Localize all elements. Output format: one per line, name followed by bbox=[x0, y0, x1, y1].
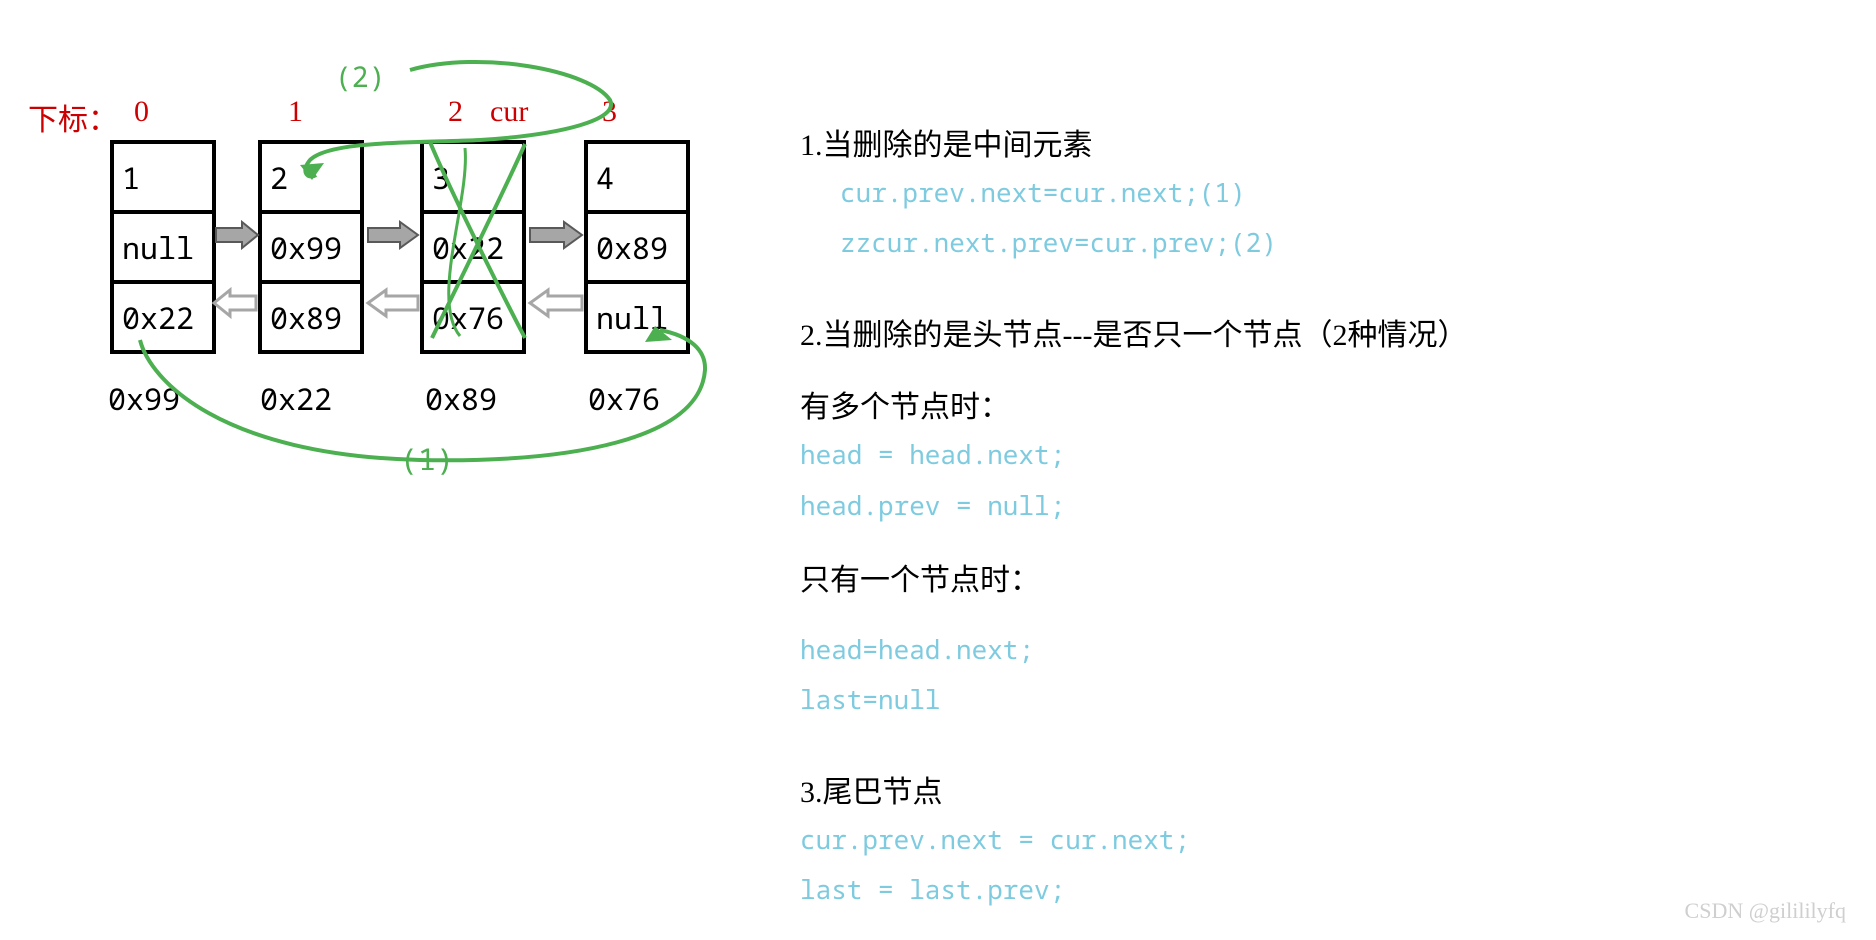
addr-3: 0x76 bbox=[588, 378, 660, 419]
node-0-val: 1 bbox=[114, 144, 212, 214]
section3-code-1: cur.prev.next = cur.next; bbox=[800, 817, 1850, 861]
section2-sub1: 有多个节点时： bbox=[800, 382, 1850, 426]
node-2-prev: 0x22 bbox=[424, 214, 522, 284]
index-1: 1 bbox=[288, 95, 303, 129]
index-2: 2 bbox=[448, 95, 463, 129]
arrow-next-0-1 bbox=[216, 222, 258, 256]
node-1-val: 2 bbox=[262, 144, 360, 214]
explanation-panel: 1.当删除的是中间元素 cur.prev.next=cur.next;(1) z… bbox=[800, 120, 1850, 918]
node-1: 2 0x99 0x89 bbox=[258, 140, 364, 354]
node-0-next: 0x22 bbox=[114, 284, 212, 350]
node-0-prev: null bbox=[114, 214, 212, 284]
node-3-val: 4 bbox=[588, 144, 686, 214]
linked-list-diagram: 下标： 0 1 2 3 cur (2) (1) 1 null 0x22 2 0x… bbox=[0, 40, 780, 490]
addr-0: 0x99 bbox=[108, 378, 180, 419]
arrow-prev-2-1 bbox=[368, 290, 418, 324]
index-label: 下标： bbox=[28, 95, 118, 139]
section2-code1-2: head.prev = null; bbox=[800, 483, 1850, 527]
index-3: 3 bbox=[602, 95, 617, 129]
annotation-2: (2) bbox=[335, 58, 385, 96]
section2-code2-1: head=head.next; bbox=[800, 627, 1850, 671]
section1-title: 1.当删除的是中间元素 bbox=[800, 120, 1850, 164]
arrow-prev-1-0 bbox=[214, 290, 256, 324]
section2-sub2: 只有一个节点时： bbox=[800, 555, 1850, 599]
section2-code2-2: last=null bbox=[800, 677, 1850, 721]
arrow-next-1-2 bbox=[368, 222, 418, 256]
arrow-next-2-3 bbox=[530, 222, 582, 256]
annotation-1: (1) bbox=[400, 438, 454, 479]
arrow-prev-3-2 bbox=[530, 290, 582, 324]
node-3-next: null bbox=[588, 284, 686, 350]
node-0: 1 null 0x22 bbox=[110, 140, 216, 354]
node-1-prev: 0x99 bbox=[262, 214, 360, 284]
node-2-next: 0x76 bbox=[424, 284, 522, 350]
section2-title: 2.当删除的是头节点---是否只一个节点（2种情况） bbox=[800, 310, 1850, 354]
node-3: 4 0x89 null bbox=[584, 140, 690, 354]
section1-code-1: cur.prev.next=cur.next;(1) bbox=[800, 170, 1850, 214]
section1-code-2: zzcur.next.prev=cur.prev;(2) bbox=[800, 220, 1850, 264]
watermark: CSDN @gilililyfq bbox=[1685, 898, 1846, 924]
node-3-prev: 0x89 bbox=[588, 214, 686, 284]
addr-1: 0x22 bbox=[260, 378, 332, 419]
index-0: 0 bbox=[134, 95, 149, 129]
node-1-next: 0x89 bbox=[262, 284, 360, 350]
section2-code1-1: head = head.next; bbox=[800, 432, 1850, 476]
node-2: 3 0x22 0x76 bbox=[420, 140, 526, 354]
section3-title: 3.尾巴节点 bbox=[800, 767, 1850, 811]
cur-label: cur bbox=[490, 95, 528, 129]
node-2-val: 3 bbox=[424, 144, 522, 214]
addr-2: 0x89 bbox=[425, 378, 497, 419]
